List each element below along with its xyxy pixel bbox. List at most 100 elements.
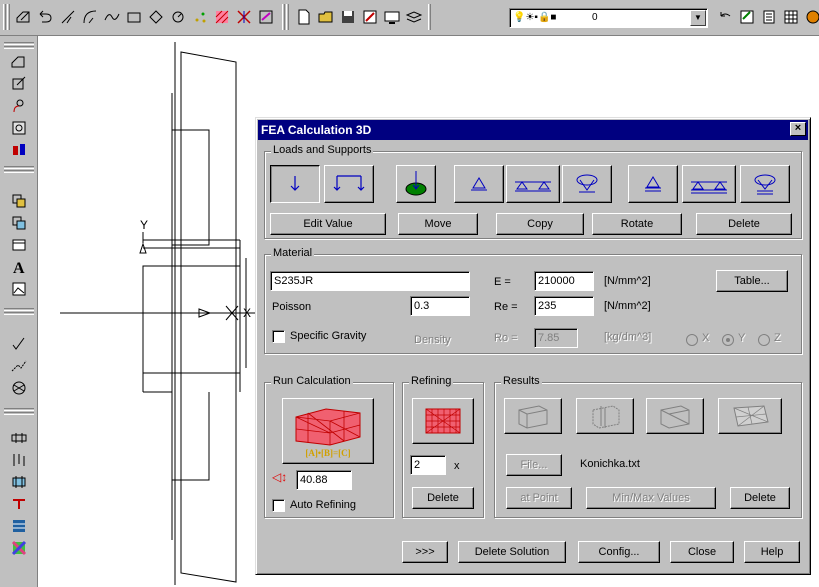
hatch-icon[interactable] — [212, 6, 232, 28]
image-icon[interactable] — [9, 279, 29, 299]
results-view-4-button[interactable] — [718, 398, 782, 434]
edit-text-icon[interactable] — [737, 6, 757, 28]
graph-icon[interactable] — [9, 356, 29, 376]
point-icon[interactable] — [190, 6, 210, 28]
move-icon[interactable] — [9, 191, 29, 211]
re-input[interactable] — [534, 296, 594, 316]
table-button[interactable]: Table... — [716, 270, 788, 292]
refine-mesh-button[interactable] — [412, 398, 474, 444]
window-icon[interactable] — [9, 235, 29, 255]
axis-y-radio — [722, 334, 734, 346]
support-point-button[interactable] — [454, 165, 504, 203]
toolbar-grip[interactable] — [4, 170, 34, 173]
open-folder-icon[interactable] — [316, 6, 336, 28]
bearing-icon[interactable] — [9, 494, 29, 514]
edit-value-button[interactable]: Edit Value — [270, 213, 386, 235]
circle-icon[interactable] — [168, 6, 188, 28]
rectangle-icon[interactable] — [124, 6, 144, 28]
gear-icon[interactable] — [9, 472, 29, 492]
edit-drawing-icon[interactable] — [9, 52, 29, 72]
distributed-force-button[interactable] — [324, 165, 374, 203]
new-file-icon[interactable] — [294, 6, 314, 28]
results-view-2-button[interactable] — [576, 398, 634, 434]
support-surface-button[interactable] — [562, 165, 612, 203]
erase-icon[interactable] — [256, 6, 276, 28]
arc-icon[interactable] — [80, 6, 100, 28]
toolbar-grip[interactable] — [4, 408, 34, 411]
toolbar-grip[interactable] — [4, 312, 34, 315]
config-button[interactable]: Config... — [578, 541, 660, 563]
toolbar-grip[interactable] — [4, 42, 34, 45]
results-delete-button[interactable]: Delete — [730, 487, 790, 509]
measure-icon[interactable] — [9, 96, 29, 116]
save-icon[interactable] — [338, 6, 358, 28]
point-force-button[interactable] — [270, 165, 320, 203]
toolbar-grip[interactable] — [4, 412, 34, 415]
toolbar-grip[interactable] — [3, 4, 6, 30]
results-view-1-button[interactable] — [504, 398, 562, 434]
dimension-icon[interactable] — [9, 140, 29, 160]
toolbar-grip[interactable] — [4, 308, 34, 311]
help-button[interactable]: Help — [744, 541, 800, 563]
delete-load-button[interactable]: Delete — [696, 213, 792, 235]
refining-delete-button[interactable]: Delete — [412, 487, 474, 509]
calculate-icon[interactable] — [9, 334, 29, 354]
auto-refining-checkbox[interactable] — [272, 499, 285, 512]
undo-icon[interactable] — [715, 6, 735, 28]
axis-x-radio — [686, 334, 698, 346]
toolbar-grip[interactable] — [4, 166, 34, 169]
block-icon[interactable] — [9, 118, 29, 138]
copy-objects-icon[interactable] — [9, 213, 29, 233]
layers-icon[interactable] — [404, 6, 424, 28]
close-button[interactable]: Close — [670, 541, 734, 563]
beam-icon[interactable] — [9, 516, 29, 536]
spring-icon[interactable] — [9, 450, 29, 470]
properties-icon[interactable] — [360, 6, 380, 28]
specific-gravity-checkbox[interactable] — [272, 330, 285, 343]
color-icon[interactable] — [9, 538, 29, 558]
group-label: Run Calculation — [271, 375, 353, 387]
copy-button[interactable]: Copy — [496, 213, 584, 235]
edit-drawing-icon[interactable] — [14, 6, 34, 28]
list-icon[interactable] — [759, 6, 779, 28]
gravity-force-button[interactable] — [396, 165, 436, 203]
part-edge — [172, 392, 210, 481]
title-bar[interactable]: FEA Calculation 3D × — [258, 120, 808, 140]
toolbar-grip[interactable] — [7, 4, 10, 30]
e-input[interactable] — [534, 271, 594, 291]
poisson-input[interactable] — [410, 296, 470, 316]
close-icon[interactable]: × — [790, 122, 806, 136]
move-button[interactable]: Move — [398, 213, 478, 235]
shaft-icon[interactable] — [9, 428, 29, 448]
polygon-icon[interactable] — [146, 6, 166, 28]
expand-button[interactable]: >>> — [402, 541, 448, 563]
layer-combo[interactable]: 💡☀▪🔒■ 0 ▼ — [509, 8, 708, 28]
trim-icon[interactable] — [234, 6, 254, 28]
text-icon[interactable]: A — [9, 257, 29, 277]
render-icon[interactable] — [803, 6, 819, 28]
refine-mesh-icon — [425, 408, 461, 434]
support-surface-icon — [576, 174, 598, 193]
mesh-icon[interactable] — [9, 378, 29, 398]
undo-arc-icon[interactable] — [36, 6, 56, 28]
run-calculation-button[interactable]: [A]•[B]=[C] — [282, 398, 374, 464]
delete-solution-button[interactable]: Delete Solution — [458, 541, 566, 563]
rotate-button[interactable]: Rotate — [592, 213, 682, 235]
fixed-point-button[interactable] — [628, 165, 678, 203]
chevron-down-icon[interactable]: ▼ — [690, 10, 706, 26]
toolbar-separator — [282, 4, 285, 30]
display-icon[interactable] — [382, 6, 402, 28]
results-view-3-button[interactable] — [646, 398, 704, 434]
edit-copy-icon[interactable] — [9, 74, 29, 94]
material-name-input[interactable] — [270, 271, 470, 291]
fixed-surface-button[interactable] — [740, 165, 790, 203]
support-line-button[interactable] — [506, 165, 560, 203]
fixed-line-button[interactable] — [682, 165, 736, 203]
line-icon[interactable] — [58, 6, 78, 28]
refining-input[interactable] — [410, 455, 446, 475]
run-value-input[interactable] — [296, 470, 352, 490]
toolbar-grip[interactable] — [4, 46, 34, 49]
spline-icon[interactable] — [102, 6, 122, 28]
axis-y-radio-label: Y — [738, 332, 746, 344]
table-icon[interactable] — [781, 6, 801, 28]
